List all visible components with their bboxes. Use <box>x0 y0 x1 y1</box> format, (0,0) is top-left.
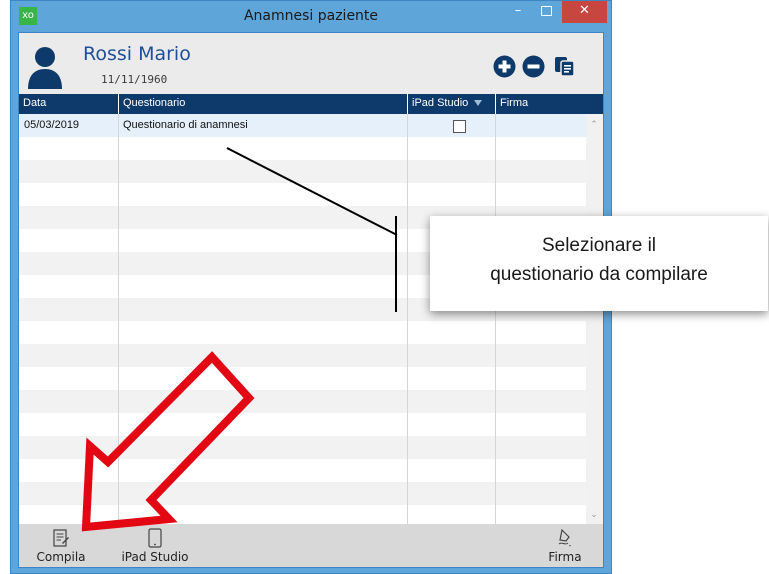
callout-line-1: Selezionare il <box>541 235 657 256</box>
pointer-line <box>226 147 398 236</box>
callout-line-2: questionario da compilare <box>490 264 708 285</box>
red-arrow-icon <box>81 351 255 532</box>
instruction-callout: Selezionare il questionario da compilare <box>430 216 768 311</box>
